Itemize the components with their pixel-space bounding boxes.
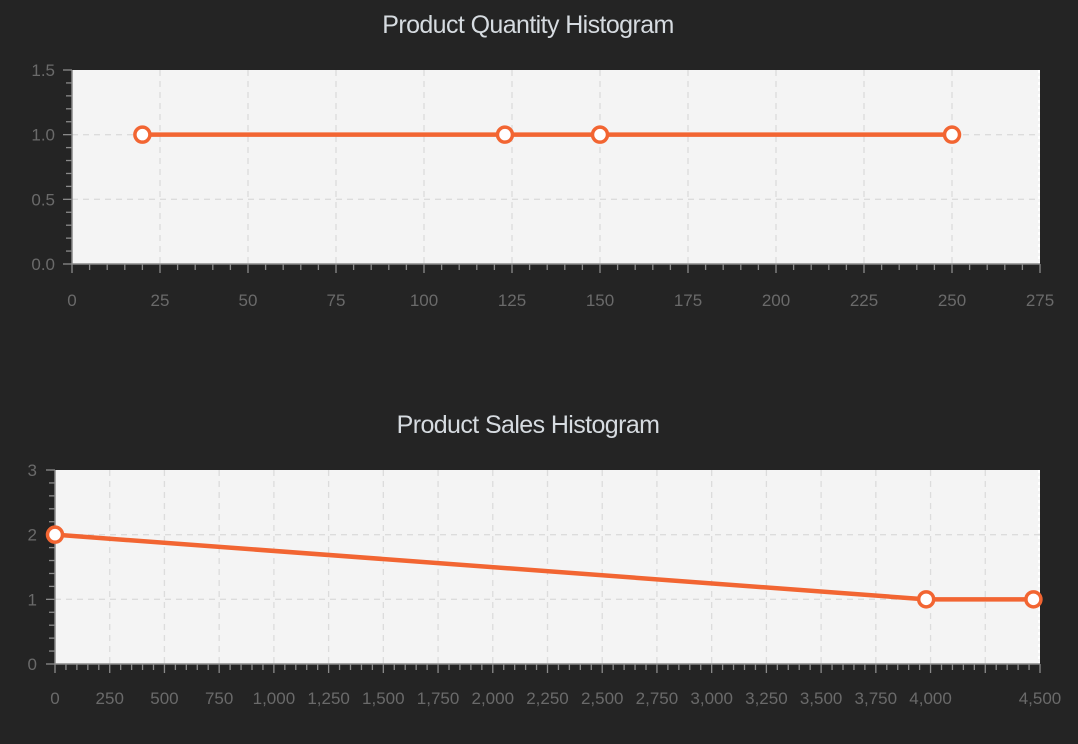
x-tick-label: 175 — [674, 291, 702, 310]
data-point[interactable] — [942, 125, 962, 144]
x-tick-label: 50 — [239, 291, 258, 310]
x-tick-label: 100 — [410, 291, 438, 310]
x-tick-label: 250 — [938, 291, 966, 310]
data-point[interactable] — [495, 125, 515, 144]
y-tick-label: 1 — [28, 590, 37, 609]
x-tick-label: 2,750 — [636, 689, 679, 708]
y-tick-label: 0 — [28, 655, 37, 674]
chart-2: Product Sales Histogram 0 250 500 750 1,000 1,… — [28, 411, 1062, 708]
x-tick-label: 2,000 — [472, 689, 515, 708]
data-point[interactable] — [45, 525, 65, 544]
x-tick-label: 0 — [67, 291, 76, 310]
x-tick-label: 250 — [96, 689, 124, 708]
y-tick-label: 2 — [28, 526, 37, 545]
plot-area — [55, 470, 1040, 664]
plot-area — [72, 70, 1040, 264]
x-tick-label: 125 — [498, 291, 526, 310]
x-tick-label: 3,250 — [745, 689, 788, 708]
data-point[interactable] — [590, 125, 610, 144]
x-tick-label: 2,500 — [581, 689, 624, 708]
x-tick-label: 4,500 — [1019, 689, 1062, 708]
x-tick-label: 75 — [327, 291, 346, 310]
x-tick-label: 150 — [586, 291, 614, 310]
x-tick-label: 0 — [50, 689, 59, 708]
x-tick-label: 4,000 — [909, 689, 952, 708]
y-tick-label: 1.5 — [31, 61, 55, 80]
x-tick-label: 3,500 — [800, 689, 843, 708]
y-tick-label: 0.0 — [31, 255, 55, 274]
y-tick-label: 0.5 — [31, 190, 55, 209]
x-tick-label: 225 — [850, 291, 878, 310]
x-tick-label: 1,250 — [307, 689, 350, 708]
x-tick-label: 500 — [150, 689, 178, 708]
x-tick-label: 1,000 — [253, 689, 296, 708]
x-tick-label: 275 — [1026, 291, 1054, 310]
chart-1: Product Quantity Histogram 0 25 50 75 100 125 1… — [31, 11, 1054, 310]
x-tick-label: 3,750 — [855, 689, 898, 708]
chart-title: Product Sales Histogram — [397, 411, 660, 439]
charts-canvas: Product Quantity Histogram0 25 50 75 100 125 1… — [28, 11, 1062, 708]
x-tick-label: 1,750 — [417, 689, 460, 708]
x-tick-label: 1,500 — [362, 689, 405, 708]
data-point[interactable] — [133, 125, 152, 144]
chart-title: Product Quantity Histogram — [382, 11, 673, 39]
x-tick-label: 25 — [151, 291, 170, 310]
x-tick-label: 200 — [762, 291, 790, 310]
x-tick-label: 750 — [205, 689, 233, 708]
y-tick-label: 3 — [28, 461, 37, 480]
y-tick-label: 1.0 — [31, 126, 55, 145]
x-tick-label: 3,000 — [690, 689, 733, 708]
data-point[interactable] — [1024, 590, 1043, 609]
data-point[interactable] — [916, 590, 936, 609]
x-tick-label: 2,250 — [526, 689, 569, 708]
